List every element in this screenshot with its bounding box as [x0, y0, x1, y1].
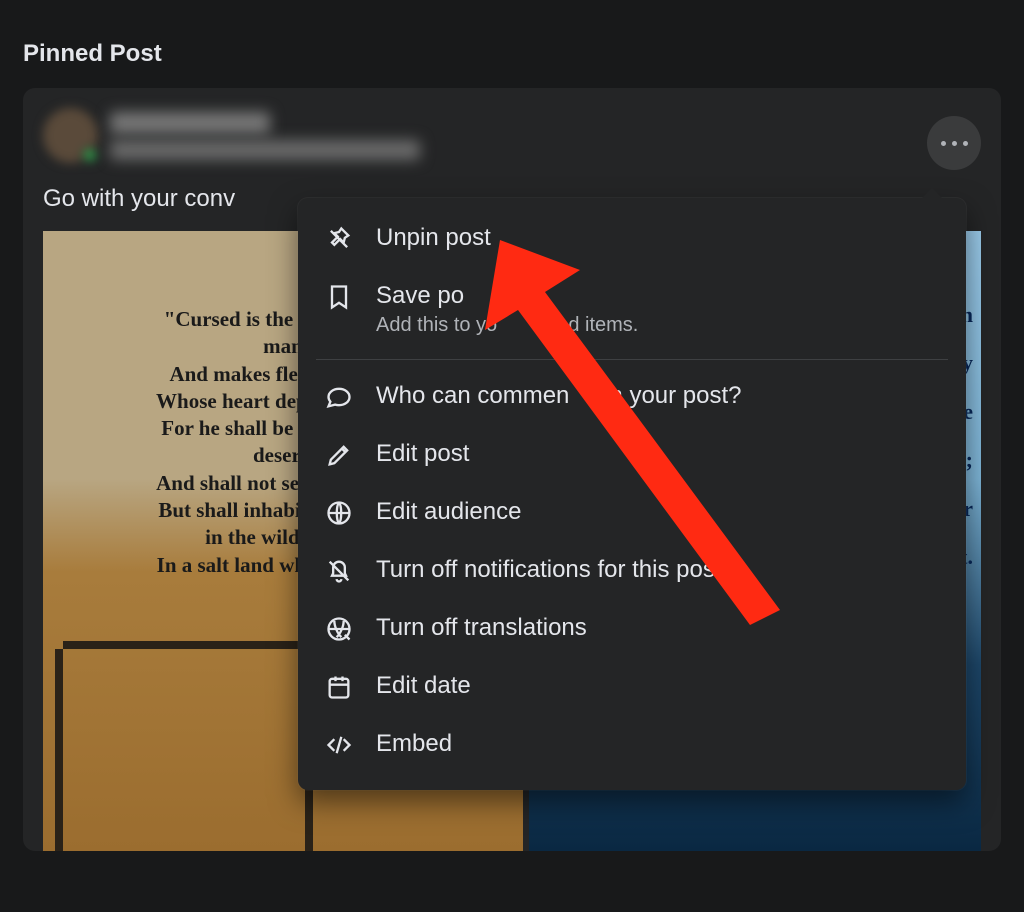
- avatar[interactable]: [43, 108, 98, 163]
- menu-label: Edit date: [376, 672, 471, 700]
- more-options-button[interactable]: [927, 116, 981, 170]
- menu-item-who-can-comment[interactable]: Who can commen on your post?: [306, 368, 958, 426]
- section-title: Pinned Post: [0, 0, 1024, 88]
- menu-label: Who can commen on your post?: [376, 382, 742, 410]
- bookmark-icon: [324, 282, 354, 312]
- calendar-icon: [324, 672, 354, 702]
- post-author-area: [110, 112, 420, 160]
- menu-item-turn-off-notifications[interactable]: Turn off notifications for this post: [306, 542, 958, 600]
- menu-label: Turn off notifications for this post: [376, 556, 722, 584]
- menu-item-turn-off-translations[interactable]: Turn off translations: [306, 600, 958, 658]
- unpin-icon: [324, 224, 354, 254]
- menu-item-unpin-post[interactable]: Unpin post: [306, 210, 958, 268]
- menu-item-embed[interactable]: Embed: [306, 716, 958, 774]
- menu-sublabel: Add this to yo aved items.: [376, 314, 638, 337]
- menu-label: Edit audience: [376, 498, 521, 526]
- comment-icon: [324, 382, 354, 412]
- menu-label: Turn off translations: [376, 614, 587, 642]
- bell-off-icon: [324, 556, 354, 586]
- menu-item-edit-date[interactable]: Edit date: [306, 658, 958, 716]
- author-name-redacted: [110, 112, 270, 134]
- post-meta-redacted: [110, 140, 420, 160]
- menu-label: Save po: [376, 282, 638, 310]
- avatar-status-badge: [82, 147, 98, 163]
- post-options-menu: Unpin post Save po Add this to yo aved i…: [298, 198, 966, 790]
- translate-icon: [324, 614, 354, 644]
- menu-divider: [316, 359, 948, 360]
- menu-label: Edit post: [376, 440, 469, 468]
- menu-item-edit-audience[interactable]: Edit audience: [306, 484, 958, 542]
- menu-label: Unpin post: [376, 224, 491, 252]
- menu-item-save-post[interactable]: Save po Add this to yo aved items.: [306, 268, 958, 351]
- code-icon: [324, 730, 354, 760]
- globe-icon: [324, 498, 354, 528]
- pencil-icon: [324, 440, 354, 470]
- menu-label: Embed: [376, 730, 452, 758]
- post-header: [43, 108, 981, 163]
- menu-item-edit-post[interactable]: Edit post: [306, 426, 958, 484]
